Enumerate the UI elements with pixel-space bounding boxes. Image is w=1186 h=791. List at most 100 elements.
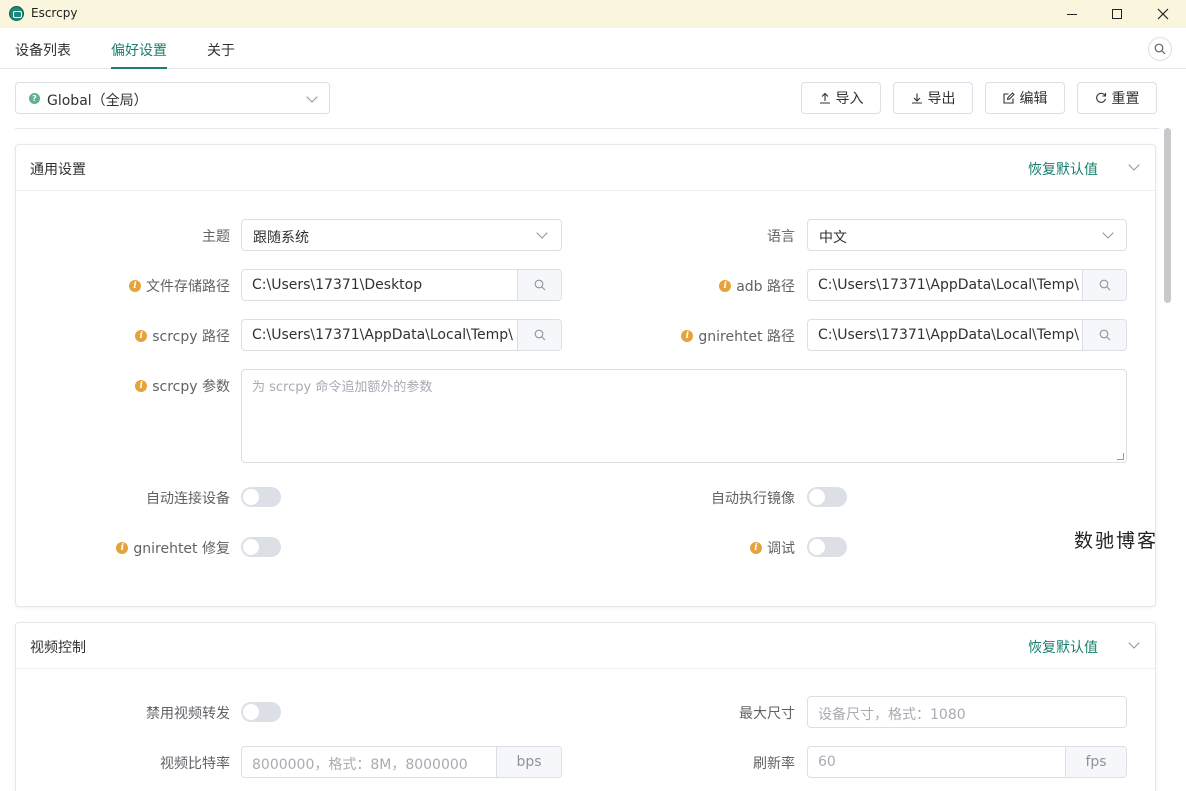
max-size-label: 最大尺寸	[739, 706, 795, 722]
maximize-button[interactable]	[1094, 0, 1140, 28]
search-icon	[534, 279, 545, 291]
download-icon	[911, 93, 922, 104]
search-icon	[1099, 279, 1110, 291]
gnirehtet-path-label: i gnirehtet 路径	[625, 326, 795, 346]
adb-path-value: C:\Users\17371\AppData\Local\Temp\	[818, 277, 1079, 293]
collapse-chevron-icon[interactable]	[1128, 637, 1140, 649]
info-icon[interactable]: i	[750, 542, 762, 554]
import-button[interactable]: 导入	[801, 82, 881, 114]
auto-mirror-label: 自动执行镜像	[711, 491, 795, 507]
scrcpy-args-label: i scrcpy 参数	[80, 376, 230, 396]
chevron-down-icon	[536, 227, 548, 239]
language-select[interactable]: 中文	[807, 219, 1127, 251]
fps-unit: fps	[1065, 747, 1126, 777]
scrcpy-path-value: C:\Users\17371\AppData\Local\Temp\	[252, 327, 513, 343]
general-settings-header[interactable]: 通用设置 恢复默认值	[16, 145, 1155, 191]
edit-label: 编辑	[1019, 91, 1048, 107]
bitrate-placeholder: 8000000，格式：8M，8000000	[252, 757, 468, 773]
chevron-down-icon	[1102, 227, 1114, 239]
fps-input[interactable]: 60 fps	[807, 746, 1127, 778]
max-size-placeholder: 设备尺寸，格式：1080	[818, 707, 966, 723]
scrcpy-path-browse-button[interactable]	[517, 320, 561, 350]
adb-path-input[interactable]: C:\Users\17371\AppData\Local\Temp\	[807, 269, 1127, 301]
tab-preferences[interactable]: 偏好设置	[111, 40, 167, 60]
refresh-icon	[1095, 92, 1106, 103]
window-title: Escrcpy	[31, 6, 78, 20]
gnirehtet-fix-switch[interactable]	[241, 537, 281, 557]
info-icon[interactable]: i	[116, 542, 129, 554]
info-icon[interactable]: i	[681, 330, 694, 342]
scope-select-value: Global（全局）	[47, 93, 148, 109]
export-label: 导出	[927, 91, 956, 107]
tab-about[interactable]: 关于	[207, 40, 235, 60]
title-bar: Escrcpy	[0, 0, 1186, 28]
minimize-icon	[1067, 13, 1077, 15]
save-path-input[interactable]: C:\Users\17371\Desktop	[241, 269, 562, 301]
resize-grip-icon[interactable]	[1117, 453, 1124, 460]
import-label: 导入	[835, 91, 864, 107]
auto-mirror-switch[interactable]	[807, 487, 847, 507]
gnirehtet-path-browse-button[interactable]	[1082, 320, 1126, 350]
debug-switch[interactable]	[807, 537, 847, 557]
minimize-button[interactable]	[1049, 0, 1095, 28]
collapse-chevron-icon[interactable]	[1128, 159, 1140, 171]
video-restore-defaults-link[interactable]: 恢复默认值	[1028, 637, 1098, 657]
chevron-down-icon	[306, 91, 318, 103]
scrcpy-args-textarea[interactable]: 为 scrcpy 命令追加额外的参数	[241, 369, 1127, 463]
debug-label: i 调试	[645, 538, 795, 558]
scrcpy-path-input[interactable]: C:\Users\17371\AppData\Local\Temp\	[241, 319, 562, 351]
disable-video-label: 禁用视频转发	[146, 706, 230, 722]
general-restore-defaults-link[interactable]: 恢复默认值	[1028, 159, 1098, 179]
auto-connect-switch[interactable]	[241, 487, 281, 507]
info-icon[interactable]: i	[129, 280, 141, 292]
scope-select[interactable]: ? Global（全局）	[15, 82, 330, 114]
search-button[interactable]	[1148, 37, 1172, 61]
info-icon[interactable]: i	[135, 330, 148, 342]
bitrate-input[interactable]: 8000000，格式：8M，8000000 bps	[241, 746, 562, 778]
disable-video-switch[interactable]	[241, 702, 281, 722]
search-icon	[534, 329, 545, 341]
adb-path-label: i adb 路径	[645, 276, 795, 296]
scrollbar-thumb[interactable]	[1164, 128, 1171, 303]
search-icon	[1099, 329, 1110, 341]
theme-select[interactable]: 跟随系统	[241, 219, 562, 251]
language-label: 语言	[767, 229, 795, 245]
scrcpy-path-label: i scrcpy 路径	[80, 326, 230, 346]
theme-select-value: 跟随系统	[253, 230, 309, 246]
close-icon	[1157, 8, 1169, 20]
upload-icon	[819, 92, 830, 104]
save-path-browse-button[interactable]	[517, 270, 561, 300]
maximize-icon	[1112, 9, 1122, 19]
adb-path-browse-button[interactable]	[1082, 270, 1126, 300]
export-button[interactable]: 导出	[893, 82, 973, 114]
active-tab-indicator	[111, 67, 167, 69]
video-control-title: 视频控制	[30, 640, 86, 656]
help-icon: ?	[29, 93, 40, 104]
watermark-text: 数驰博客	[1074, 530, 1159, 552]
bitrate-unit: bps	[496, 747, 561, 777]
gnirehtet-fix-label: i gnirehtet 修复	[60, 538, 230, 558]
gnirehtet-path-input[interactable]: C:\Users\17371\AppData\Local\Temp\	[807, 319, 1127, 351]
language-select-value: 中文	[819, 230, 847, 246]
scrcpy-args-placeholder: 为 scrcpy 命令追加额外的参数	[252, 380, 433, 395]
tab-device-list[interactable]: 设备列表	[15, 40, 71, 60]
max-size-input[interactable]: 设备尺寸，格式：1080	[807, 696, 1127, 728]
edit-icon	[1002, 92, 1015, 104]
save-path-value: C:\Users\17371\Desktop	[252, 277, 423, 293]
reset-button[interactable]: 重置	[1077, 82, 1157, 114]
info-icon[interactable]: i	[135, 380, 148, 392]
auto-connect-label: 自动连接设备	[146, 491, 230, 507]
gnirehtet-path-value: C:\Users\17371\AppData\Local\Temp\	[818, 327, 1079, 343]
toolbar-divider	[15, 128, 1159, 129]
close-button[interactable]	[1140, 0, 1186, 28]
search-icon	[1154, 43, 1166, 55]
reset-label: 重置	[1111, 91, 1140, 107]
video-control-header[interactable]: 视频控制 恢复默认值	[16, 623, 1155, 669]
bitrate-label: 视频比特率	[160, 756, 230, 772]
edit-button[interactable]: 编辑	[985, 82, 1065, 114]
app-logo-icon	[9, 6, 24, 21]
info-icon[interactable]: i	[719, 280, 732, 292]
theme-label: 主题	[202, 229, 230, 245]
fps-placeholder: 60	[818, 754, 836, 770]
general-settings-title: 通用设置	[30, 162, 86, 178]
